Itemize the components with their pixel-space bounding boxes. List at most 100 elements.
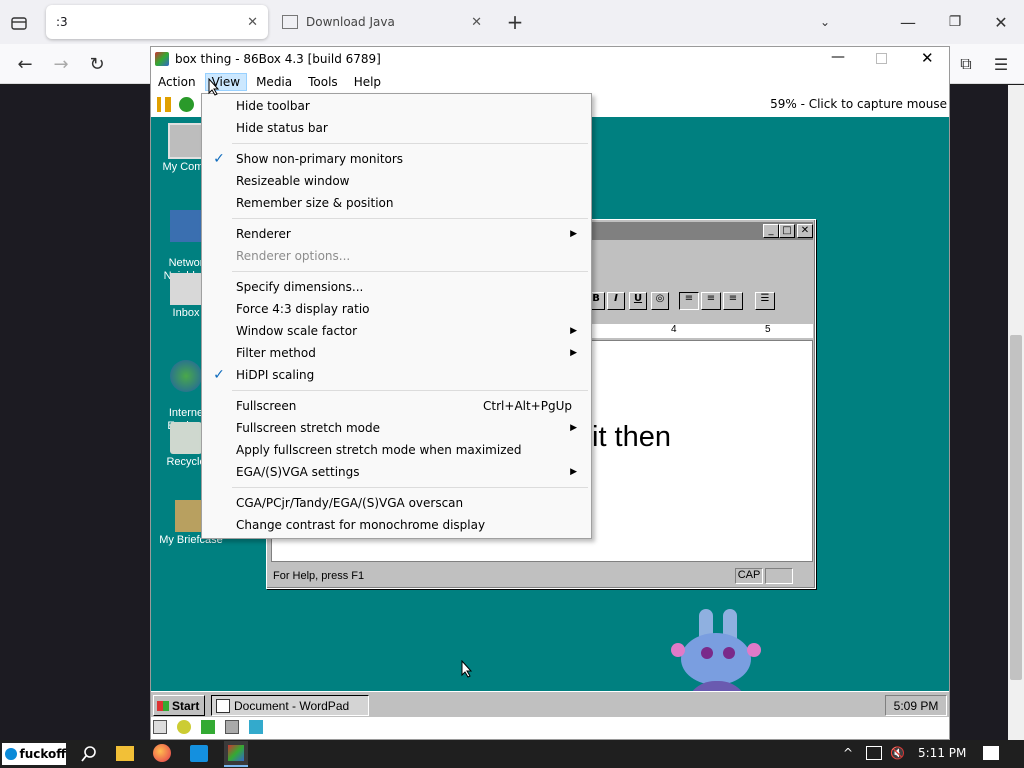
close-icon[interactable]: ✕ xyxy=(797,224,813,238)
menu-item-overscan[interactable]: CGA/PCjr/Tandy/EGA/(S)VGA overscan xyxy=(202,492,591,514)
minimize-icon[interactable]: _ xyxy=(763,224,779,238)
maximize-icon[interactable]: □ xyxy=(779,224,795,238)
menu-item-specify-dimensions[interactable]: Specify dimensions... xyxy=(202,276,591,298)
task-label: Document - WordPad xyxy=(234,698,350,713)
caps-indicator: CAP xyxy=(735,568,763,584)
emulator-titlebar: box thing - 86Box 4.3 [build 6789] — ✕ xyxy=(151,47,949,71)
menu-media[interactable]: Media xyxy=(249,73,299,91)
menu-item-hide-toolbar[interactable]: Hide toolbar xyxy=(202,95,591,117)
restore-icon[interactable]: ❐ xyxy=(945,12,965,32)
menu-item-fullscreen-stretch-mode[interactable]: Fullscreen stretch mode ▶ xyxy=(202,417,591,439)
menu-item-label: Remember size & position xyxy=(236,196,394,210)
forward-icon[interactable]: → xyxy=(50,53,72,75)
menu-item-window-scale-factor[interactable]: Window scale factor ▶ xyxy=(202,320,591,342)
submenu-arrow-icon: ▶ xyxy=(570,229,577,239)
gill-shape xyxy=(671,643,685,657)
tab-title: Download Java xyxy=(306,15,395,29)
menu-item-label: Fullscreen xyxy=(236,399,297,413)
menu-item-label: HiDPI scaling xyxy=(236,368,315,382)
capture-mouse-text[interactable]: 59% - Click to capture mouse xyxy=(770,97,947,111)
color-button[interactable]: ◎ xyxy=(651,292,669,310)
menu-tools[interactable]: Tools xyxy=(301,73,345,91)
network-status-icon[interactable] xyxy=(201,720,215,734)
menu-separator xyxy=(232,271,588,272)
back-icon[interactable]: ← xyxy=(14,53,36,75)
menu-item-show-non-primary-monitors[interactable]: ✓ Show non-primary monitors xyxy=(202,148,591,170)
menu-item-ega-svga-settings[interactable]: EGA/(S)VGA settings ▶ xyxy=(202,461,591,483)
menu-item-filter-method[interactable]: Filter method ▶ xyxy=(202,342,591,364)
menu-item-label: Renderer xyxy=(236,227,291,241)
hard-disk-icon[interactable] xyxy=(225,720,239,734)
mouse-cursor-icon xyxy=(208,77,220,96)
close-tab-icon[interactable]: ✕ xyxy=(471,15,482,30)
desktop-icon-label: Inbox xyxy=(172,307,200,319)
start-logo-icon xyxy=(5,748,17,760)
scrollbar-thumb[interactable] xyxy=(1010,335,1022,680)
menu-item-change-contrast[interactable]: Change contrast for monochrome display xyxy=(202,514,591,536)
menu-separator xyxy=(232,487,588,488)
extensions-icon[interactable]: ⧉ xyxy=(955,53,977,75)
cdrom-icon[interactable] xyxy=(177,720,191,734)
italic-button[interactable]: I xyxy=(607,292,625,310)
submenu-arrow-icon: ▶ xyxy=(570,467,577,477)
menu-item-fullscreen[interactable]: Fullscreen Ctrl+Alt+PgUp xyxy=(202,395,591,417)
checkmark-icon: ✓ xyxy=(213,151,225,167)
maximize-icon[interactable] xyxy=(876,53,887,64)
java-favicon-icon xyxy=(282,15,298,29)
submenu-arrow-icon: ▶ xyxy=(570,423,577,433)
submenu-arrow-icon: ▶ xyxy=(570,326,577,336)
file-explorer-icon[interactable] xyxy=(116,746,134,761)
menu-item-renderer[interactable]: Renderer ▶ xyxy=(202,223,591,245)
firefox-icon[interactable] xyxy=(153,744,171,762)
start-button[interactable]: fuckoff xyxy=(2,743,66,765)
search-icon[interactable] xyxy=(80,745,98,763)
86box-taskbar-button[interactable] xyxy=(224,741,248,767)
tab-download-java[interactable]: Download Java ✕ xyxy=(272,5,492,39)
menu-item-force-4-3[interactable]: Force 4:3 display ratio xyxy=(202,298,591,320)
align-right-button[interactable]: ≡ xyxy=(723,292,743,310)
eye-shape xyxy=(723,647,735,659)
close-icon[interactable]: ✕ xyxy=(921,49,934,67)
menu-help[interactable]: Help xyxy=(347,73,388,91)
close-window-icon[interactable]: ✕ xyxy=(991,12,1011,32)
vm-mouse-cursor-icon xyxy=(461,659,473,678)
outlook-icon[interactable] xyxy=(190,745,208,762)
pause-icon[interactable] xyxy=(157,97,171,112)
menu-icon[interactable]: ☰ xyxy=(990,53,1012,75)
align-left-button[interactable]: ≡ xyxy=(679,292,699,310)
reset-icon[interactable] xyxy=(179,97,194,112)
tab-active[interactable]: :3 ✕ xyxy=(46,5,268,39)
align-center-button[interactable]: ≡ xyxy=(701,292,721,310)
tab-title: :3 xyxy=(56,15,68,29)
new-tab-button[interactable]: + xyxy=(505,10,525,34)
menu-separator xyxy=(232,143,588,144)
menu-item-renderer-options: Renderer options... xyxy=(202,245,591,267)
list-all-tabs-icon[interactable]: ⌄ xyxy=(815,12,835,32)
close-tab-icon[interactable]: ✕ xyxy=(247,15,258,30)
minimize-icon[interactable]: — xyxy=(898,12,918,32)
minimize-icon[interactable]: — xyxy=(831,49,845,65)
taskbar-wordpad-button[interactable]: Document - WordPad xyxy=(211,695,369,716)
tab-list-icon[interactable] xyxy=(8,12,30,34)
underline-button[interactable]: U xyxy=(629,292,647,310)
menu-item-apply-fullscreen-stretch[interactable]: Apply fullscreen stretch mode when maxim… xyxy=(202,439,591,461)
bullets-button[interactable]: ☰ xyxy=(755,292,775,310)
wordpad-statusbar: For Help, press F1 CAP xyxy=(269,568,813,586)
menu-item-remember-size-position[interactable]: Remember size & position xyxy=(202,192,591,214)
menu-item-label: Renderer options... xyxy=(236,249,351,263)
sound-icon[interactable] xyxy=(249,720,263,734)
system-clock[interactable]: 5:11 PM xyxy=(918,746,966,760)
menu-item-resizeable-window[interactable]: Resizeable window xyxy=(202,170,591,192)
menu-item-hide-status-bar[interactable]: Hide status bar xyxy=(202,117,591,139)
menu-action[interactable]: Action xyxy=(151,73,203,91)
show-hidden-icons[interactable]: ^ xyxy=(843,746,853,760)
win98-clock[interactable]: 5:09 PM xyxy=(885,695,947,716)
menu-item-hidpi-scaling[interactable]: ✓ HiDPI scaling xyxy=(202,364,591,386)
floppy-icon[interactable] xyxy=(153,720,167,734)
start-button[interactable]: Start xyxy=(153,695,205,716)
network-icon[interactable] xyxy=(866,746,882,760)
notifications-icon[interactable] xyxy=(983,746,999,760)
network-icon xyxy=(170,210,202,242)
volume-muted-icon[interactable]: 🔇 xyxy=(890,746,905,760)
reload-icon[interactable]: ↻ xyxy=(86,53,108,75)
